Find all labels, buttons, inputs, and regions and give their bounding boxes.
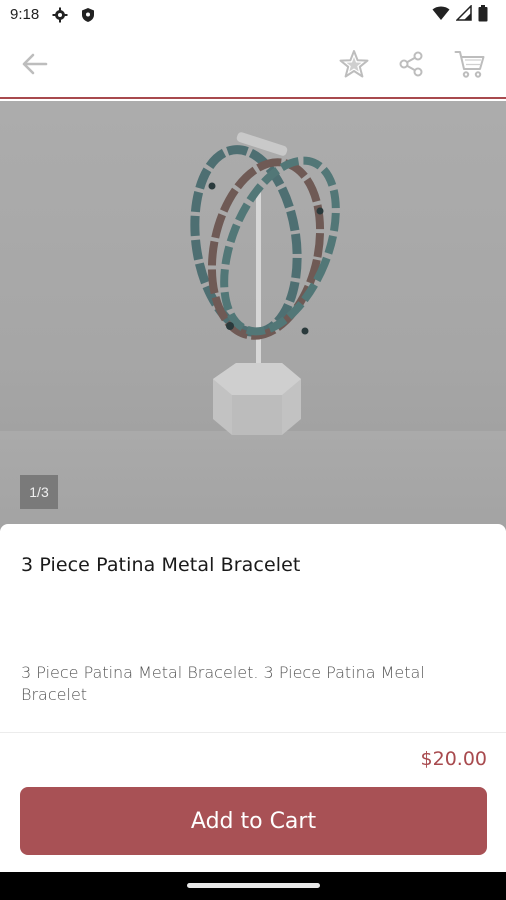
wifi-icon <box>432 5 450 25</box>
product-details-sheet: 3 Piece Patina Metal Bracelet 3 Piece Pa… <box>0 524 506 872</box>
signal-icon <box>455 4 472 25</box>
app-bar <box>0 32 506 99</box>
battery-icon <box>478 4 488 26</box>
page-indicator: 1/3 <box>20 475 58 509</box>
product-description: 3 Piece Patina Metal Bracelet. 3 Piece P… <box>21 663 425 704</box>
bracelet-image <box>190 132 340 435</box>
back-button[interactable] <box>14 46 54 86</box>
shield-icon <box>80 7 96 23</box>
cart-icon <box>454 49 486 83</box>
product-title: 3 Piece Patina Metal Bracelet <box>21 554 301 576</box>
favorite-button[interactable] <box>334 46 374 86</box>
divider <box>0 732 506 733</box>
star-icon <box>338 48 370 84</box>
share-button[interactable] <box>391 46 431 86</box>
status-bar: 9:18 <box>0 0 506 32</box>
share-icon <box>397 50 425 82</box>
status-indicators <box>432 4 488 26</box>
arrow-left-icon <box>20 52 48 80</box>
gear-icon <box>52 7 68 23</box>
product-image-gallery[interactable]: 1/3 <box>0 101 506 531</box>
cart-button[interactable] <box>450 46 490 86</box>
product-price: $20.00 <box>420 748 487 770</box>
system-nav-bar <box>0 872 506 900</box>
status-time: 9:18 <box>10 6 40 23</box>
add-to-cart-button[interactable]: Add to Cart <box>20 787 487 855</box>
home-gesture-handle[interactable] <box>187 883 320 888</box>
